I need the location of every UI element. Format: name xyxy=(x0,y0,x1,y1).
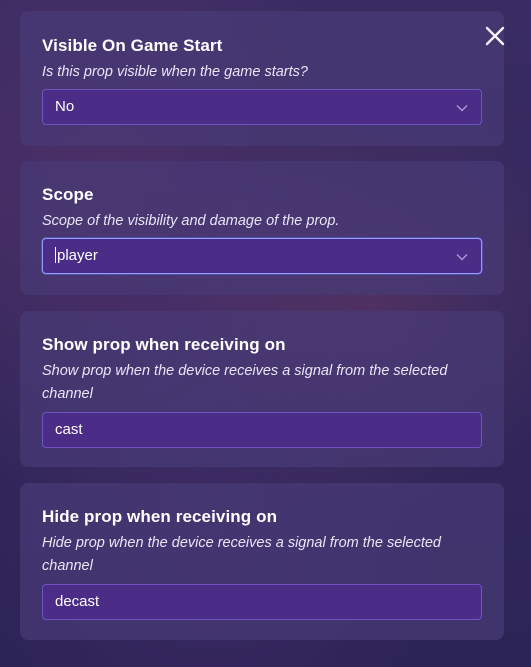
section-description-line-2: channel xyxy=(42,386,93,402)
hide-prop-channel-input[interactable]: decast xyxy=(42,584,482,620)
select-value: player xyxy=(57,247,98,264)
section-title: Scope xyxy=(42,185,94,204)
input-value: decast xyxy=(55,593,100,610)
section-title: Show prop when receiving on xyxy=(42,335,286,354)
section-title: Visible On Game Start xyxy=(42,36,223,55)
section-description-line-2: channel xyxy=(42,558,93,574)
scope-select[interactable]: player xyxy=(42,238,482,274)
section-description-line-1: Hide prop when the device receives a sig… xyxy=(42,535,441,551)
section-title: Hide prop when receiving on xyxy=(42,507,278,526)
visible-on-game-start-section: Visible On Game Start Is this prop visib… xyxy=(20,11,504,146)
text-caret xyxy=(55,247,56,263)
show-prop-section: Show prop when receiving on Show prop wh… xyxy=(20,311,504,467)
hide-prop-section: Hide prop when receiving on Hide prop wh… xyxy=(20,483,504,640)
visible-on-game-start-select[interactable]: No xyxy=(42,89,482,125)
scope-section: Scope Scope of the visibility and damage… xyxy=(20,161,504,295)
chevron-down-icon xyxy=(456,105,468,112)
chevron-down-icon xyxy=(456,254,468,261)
section-description-line-1: Show prop when the device receives a sig… xyxy=(42,363,448,379)
section-description: Scope of the visibility and damage of th… xyxy=(42,213,340,229)
section-description: Is this prop visible when the game start… xyxy=(42,64,308,80)
select-value: No xyxy=(55,98,75,115)
show-prop-channel-input[interactable]: cast xyxy=(42,412,482,448)
close-icon[interactable] xyxy=(483,24,507,48)
input-value: cast xyxy=(55,421,83,438)
